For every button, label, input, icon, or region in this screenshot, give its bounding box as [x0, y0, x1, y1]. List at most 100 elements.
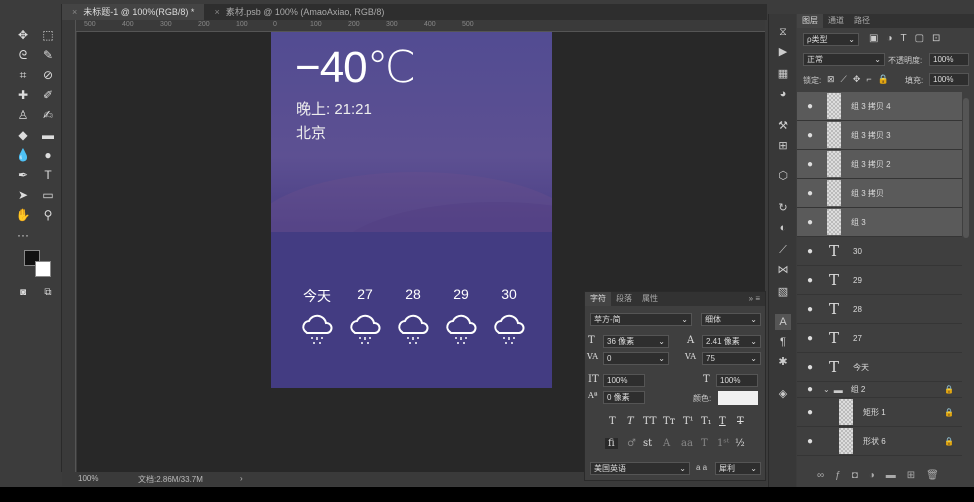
contextual-alt-icon[interactable]: T	[701, 438, 708, 449]
properties-icon[interactable]: ⊞	[775, 138, 791, 154]
text-color-swatch[interactable]	[718, 391, 758, 405]
visibility-eye-icon[interactable]: ●	[797, 159, 823, 170]
ordinal-icon[interactable]: 1ˢᵗ	[717, 438, 729, 449]
ligatures-icon[interactable]: ﬁ	[605, 438, 618, 449]
more-tools-icon[interactable]: ···	[12, 226, 34, 244]
faux-italic-icon[interactable]: T	[627, 416, 634, 427]
tracking-field[interactable]: 75 ⌄	[702, 352, 761, 365]
tab-channels[interactable]: 通道	[823, 14, 849, 28]
background-color-swatch[interactable]	[35, 261, 51, 277]
tab-paragraph[interactable]: 段落	[611, 292, 637, 306]
faux-bold-icon[interactable]: T	[609, 416, 616, 427]
visibility-eye-icon[interactable]: ●	[797, 101, 823, 112]
brush-icon[interactable]: ⟋	[775, 242, 791, 258]
visibility-eye-icon[interactable]: ●	[797, 304, 823, 315]
small-caps-icon[interactable]: Tт	[663, 416, 675, 427]
adjustments-icon[interactable]: ⚒	[775, 118, 791, 134]
tab-paths[interactable]: 路径	[849, 14, 875, 28]
swatches-icon[interactable]: ▦	[775, 66, 791, 82]
zoom-level[interactable]: 100%	[78, 474, 98, 483]
visibility-eye-icon[interactable]: ●	[797, 362, 823, 373]
expand-chevron-icon[interactable]: ⌄	[823, 385, 830, 394]
subscript-icon[interactable]: T₁	[701, 416, 712, 427]
filter-icons[interactable]: ▣◑T▢⊡	[869, 33, 948, 44]
history-icon[interactable]: ⧖	[775, 24, 791, 40]
tab-untitled-1[interactable]: × 未标题-1 @ 100%(RGB/8) *	[62, 4, 205, 20]
visibility-eye-icon[interactable]: ●	[797, 407, 823, 418]
close-tab-icon[interactable]: ×	[72, 7, 77, 17]
rotate-icon[interactable]: ↻	[775, 200, 791, 216]
panel-menu-icon[interactable]: » ≡	[744, 292, 765, 306]
visibility-eye-icon[interactable]: ●	[797, 384, 823, 395]
baseline-shift-field[interactable]: 0 像素	[603, 391, 645, 404]
paragraph-icon[interactable]: ¶	[775, 334, 791, 350]
font-family-select[interactable]: 苹方-简 ⌄	[590, 313, 692, 326]
layer-row[interactable]: ● T 30	[797, 237, 962, 266]
layer-row[interactable]: ● T 27	[797, 324, 962, 353]
layer-row[interactable]: ● 形状 6 🔒	[797, 427, 962, 456]
language-select[interactable]: 美国英语 ⌄	[590, 462, 690, 475]
history-brush-icon[interactable]: ✍	[37, 106, 59, 124]
layers-icon[interactable]: ◈	[775, 386, 791, 402]
layer-row[interactable]: ● 组 3	[797, 208, 962, 237]
font-style-select[interactable]: 细体 ⌄	[701, 313, 761, 326]
layer-row[interactable]: ● T 28	[797, 295, 962, 324]
styles-icon[interactable]: ◐	[775, 220, 791, 236]
stylistic-alt-icon[interactable]: st	[643, 438, 652, 449]
visibility-eye-icon[interactable]: ●	[797, 246, 823, 257]
eyedropper-icon[interactable]: ⊘	[37, 66, 59, 84]
layer-row[interactable]: ● 组 3 拷贝 2	[797, 150, 962, 179]
zoom-tool-icon[interactable]: ⚲	[37, 206, 59, 224]
quick-mask-icon[interactable]: ◙	[12, 284, 34, 302]
visibility-eye-icon[interactable]: ●	[797, 188, 823, 199]
tab-character[interactable]: 字符	[585, 292, 611, 306]
strikethrough-icon[interactable]: T	[737, 416, 744, 427]
visibility-eye-icon[interactable]: ●	[797, 275, 823, 286]
layer-row[interactable]: ● 组 3 拷贝 4	[797, 92, 962, 121]
lasso-tool-icon[interactable]: ᘓ	[12, 46, 34, 64]
pen-tool-icon[interactable]: ✒	[12, 166, 34, 184]
visibility-eye-icon[interactable]: ●	[797, 130, 823, 141]
layer-row[interactable]: ● 组 3 拷贝 3	[797, 121, 962, 150]
hand-tool-icon[interactable]: ✋	[12, 206, 34, 224]
brush-tool-icon[interactable]: ✐	[37, 86, 59, 104]
kerning-field[interactable]: 0 ⌄	[603, 352, 669, 365]
type-tool-icon[interactable]: T	[37, 166, 59, 184]
visibility-eye-icon[interactable]: ●	[797, 436, 823, 447]
image-icon[interactable]: ▧	[775, 284, 791, 300]
path-select-icon[interactable]: ➤	[12, 186, 34, 204]
dodge-tool-icon[interactable]: ●	[37, 146, 59, 164]
layer-row[interactable]: ● T 29	[797, 266, 962, 295]
antialias-select[interactable]: 犀利 ⌄	[715, 462, 761, 475]
horizontal-scale-field[interactable]: 100%	[716, 374, 758, 387]
status-menu-arrow[interactable]: ›	[240, 474, 243, 483]
clone-stamp-icon[interactable]: ♙	[12, 106, 34, 124]
blend-mode-select[interactable]: 正常 ⌄	[803, 53, 885, 66]
fractions-icon[interactable]: ½	[735, 438, 745, 449]
layer-filter-select[interactable]: ρ类型 ⌄	[803, 33, 859, 46]
blur-tool-icon[interactable]: 💧	[12, 146, 34, 164]
crop-tool-icon[interactable]: ⌗	[12, 66, 34, 84]
superscript-icon[interactable]: T¹	[683, 416, 694, 427]
healing-brush-icon[interactable]: ✚	[12, 86, 34, 104]
layers-scrollbar[interactable]	[963, 98, 969, 238]
swash-icon[interactable]: A	[663, 438, 670, 449]
color-palette-icon[interactable]: ◕	[775, 86, 791, 102]
tab-material-psb[interactable]: × 素材.psb @ 100% (AmaoAxiao, RGB/8)	[204, 4, 394, 20]
layer-row[interactable]: ● T 今天	[797, 353, 962, 382]
layer-actions-bar[interactable]: ∞ƒ◘◑▬⊞🗑	[797, 466, 974, 486]
layer-row[interactable]: ● 矩形 1 🔒	[797, 398, 962, 427]
tab-layers[interactable]: 图层	[797, 14, 823, 28]
visibility-eye-icon[interactable]: ●	[797, 333, 823, 344]
layer-row[interactable]: ● 组 3 拷贝	[797, 179, 962, 208]
close-tab-icon[interactable]: ×	[214, 7, 219, 17]
vertical-scale-field[interactable]: 100%	[603, 374, 645, 387]
move-tool-icon[interactable]: ✥	[12, 26, 34, 44]
quick-select-icon[interactable]: ✎	[37, 46, 59, 64]
visibility-eye-icon[interactable]: ●	[797, 217, 823, 228]
rectangle-tool-icon[interactable]: ▭	[37, 186, 59, 204]
layer-group-row[interactable]: ● ⌄ ▬ 组 2 🔒	[797, 382, 962, 398]
character-icon[interactable]: A	[775, 314, 791, 330]
old-style-icon[interactable]: ♂	[627, 438, 636, 449]
timeline-icon[interactable]: ⋈	[775, 262, 791, 278]
